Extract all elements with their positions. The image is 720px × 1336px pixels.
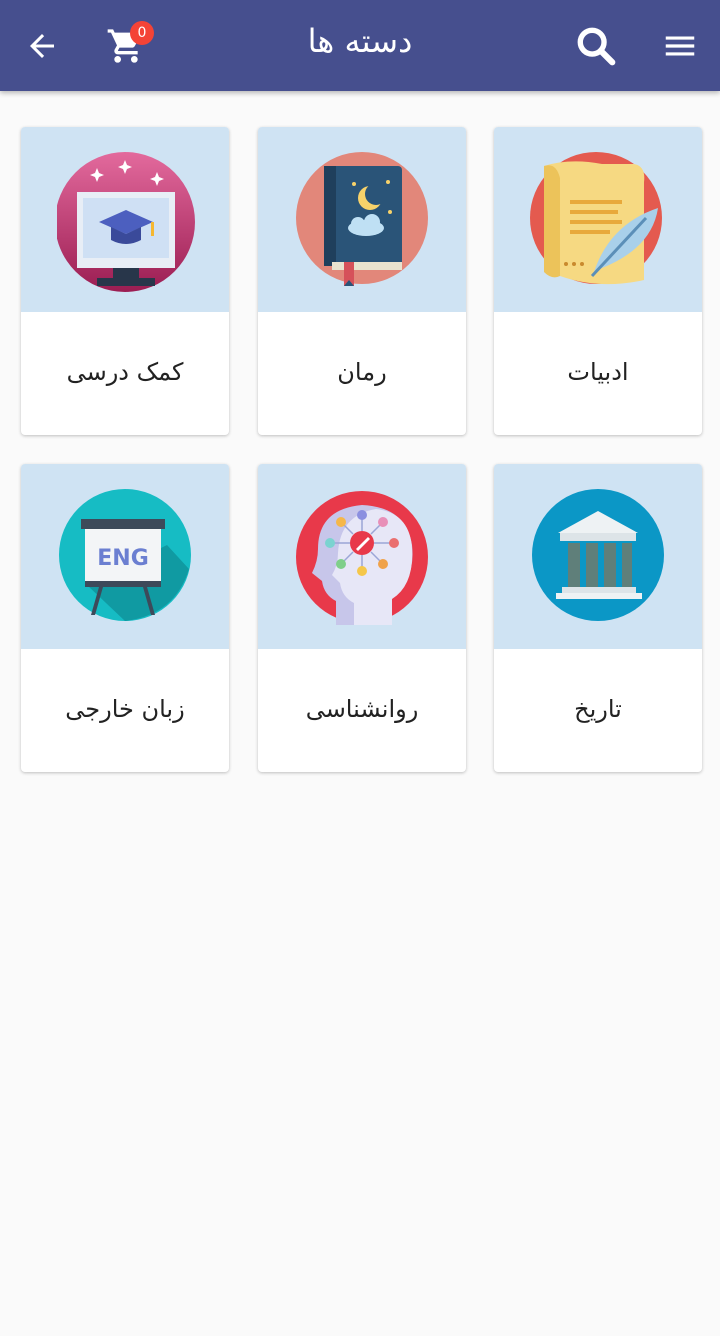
category-image: [494, 127, 702, 312]
category-image: [494, 464, 702, 649]
category-card-novel[interactable]: رمان: [258, 127, 466, 435]
category-label: روانشناسی: [305, 695, 419, 723]
category-image: [21, 127, 229, 312]
psychology-head-icon: [296, 491, 428, 625]
novel-book-icon: [296, 152, 428, 286]
category-image: ENG: [21, 464, 229, 649]
literature-scroll-quill-icon: [530, 152, 662, 285]
foreign-language-eng-board-icon: ENG: [59, 489, 191, 621]
category-card-foreign-language[interactable]: ENG زبان خارجی: [21, 464, 229, 772]
search-icon: [577, 27, 616, 66]
category-label: رمان: [337, 358, 387, 386]
education-graduation-cap-icon: [57, 152, 195, 292]
menu-button[interactable]: [654, 20, 706, 72]
category-label: ادبیات: [567, 358, 629, 386]
category-image: [258, 464, 466, 649]
history-building-columns-icon: [532, 489, 664, 621]
search-button[interactable]: [570, 20, 622, 72]
category-label: تاریخ: [574, 695, 622, 723]
category-card-literature[interactable]: ادبیات: [494, 127, 702, 435]
menu-icon: [665, 36, 695, 56]
category-card-education[interactable]: کمک درسی: [21, 127, 229, 435]
category-label: زبان خارجی: [65, 695, 185, 723]
category-image: [258, 127, 466, 312]
svg-text:ENG: ENG: [97, 546, 149, 571]
category-card-history[interactable]: تاریخ: [494, 464, 702, 772]
category-card-psychology[interactable]: روانشناسی: [258, 464, 466, 772]
category-label: کمک درسی: [66, 358, 184, 386]
app-bar: 0 دسته ها: [0, 0, 720, 91]
